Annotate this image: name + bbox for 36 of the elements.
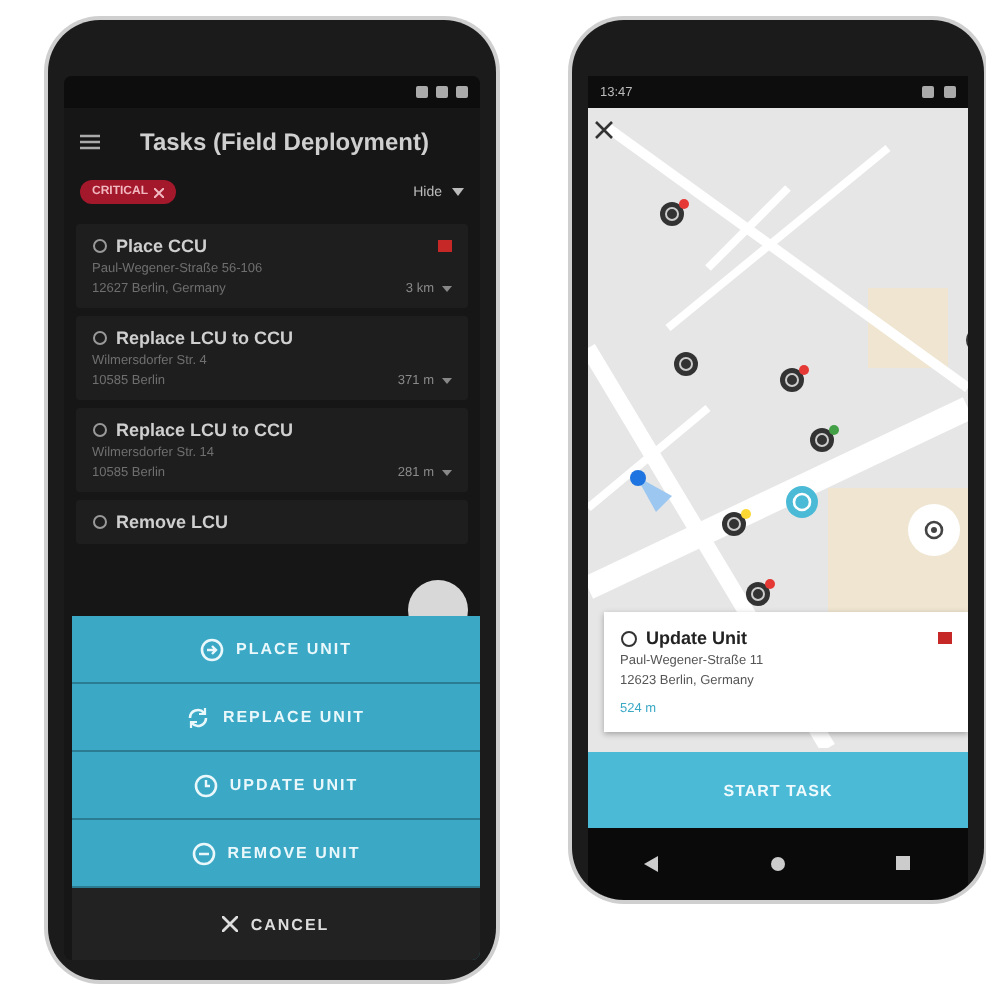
task-title: Place CCU: [116, 236, 208, 256]
location-beam-icon: [628, 468, 676, 512]
close-icon: [222, 916, 239, 932]
map-pin-icon[interactable]: [672, 348, 704, 380]
caret-icon: [442, 286, 452, 292]
recents-icon[interactable]: [896, 856, 913, 872]
cancel-button[interactable]: CANCEL: [72, 888, 480, 960]
task-title: Replace LCU to CCU: [116, 328, 294, 348]
caret-icon: [442, 378, 452, 384]
selected-pin-icon: [784, 484, 820, 524]
map-pin-icon[interactable]: [744, 578, 776, 610]
circle-icon: [92, 422, 108, 438]
close-button[interactable]: [594, 116, 614, 136]
task-title: Remove LCU: [116, 512, 229, 532]
map-pin-icon[interactable]: [808, 424, 840, 456]
circle-icon: [92, 514, 108, 530]
crosshair-icon: [922, 518, 946, 542]
arrow-circle-icon: [200, 637, 224, 661]
close-icon[interactable]: [154, 187, 164, 197]
map-pin-icon[interactable]: [720, 508, 752, 540]
map-pin-icon[interactable]: [778, 364, 810, 396]
task-title: Replace LCU to CCU: [116, 420, 294, 440]
back-icon[interactable]: [643, 856, 660, 872]
close-icon: [594, 120, 614, 140]
caret-icon: [442, 470, 452, 476]
task-title: Update Unit: [646, 628, 747, 648]
map-pin-icon[interactable]: [658, 198, 690, 230]
minus-circle-icon: [191, 841, 216, 865]
refresh-icon: [186, 705, 211, 729]
screen-title: Tasks (Field Deployment): [140, 128, 429, 156]
caret-icon: [452, 188, 464, 196]
task-card[interactable]: Remove LCU: [76, 500, 468, 544]
home-icon[interactable]: [769, 856, 786, 872]
circle-icon: [92, 330, 108, 346]
menu-icon[interactable]: [80, 134, 100, 150]
circle-icon: [92, 238, 108, 254]
